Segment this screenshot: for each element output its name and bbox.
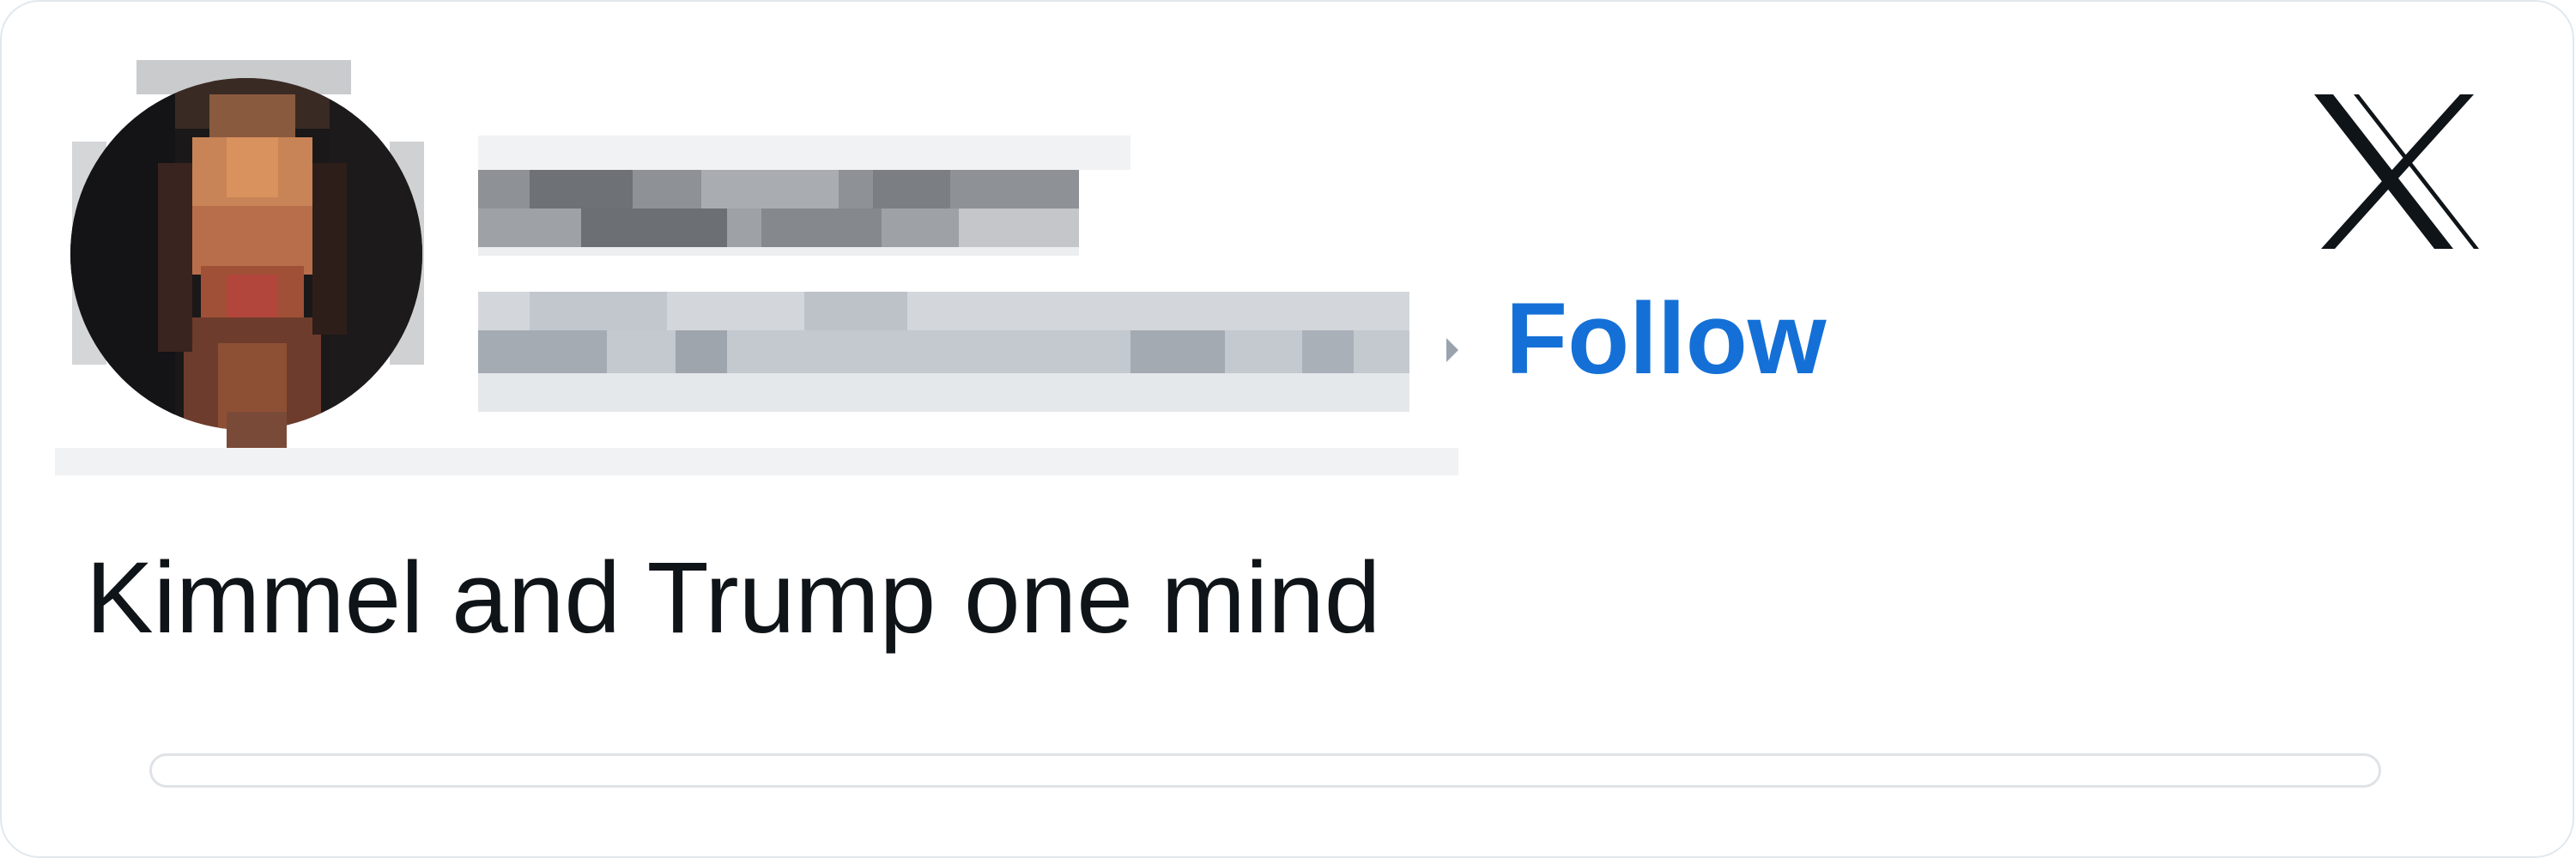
user-avatar-icon [70,60,424,449]
follow-button[interactable]: Follow [1506,275,1827,403]
x-logo-icon[interactable] [2314,94,2479,249]
tweet-text: Kimmel and Trump one mind [86,541,1381,655]
author-name[interactable] [478,136,1139,256]
media-preview[interactable] [149,753,2381,788]
tweet-card[interactable]: Follow Kimmel and Trump one mind [0,0,2574,858]
author-avatar[interactable] [55,60,438,449]
separator-dot [1446,338,1458,362]
profile-strip [55,448,1458,475]
author-handle[interactable] [478,292,1409,412]
